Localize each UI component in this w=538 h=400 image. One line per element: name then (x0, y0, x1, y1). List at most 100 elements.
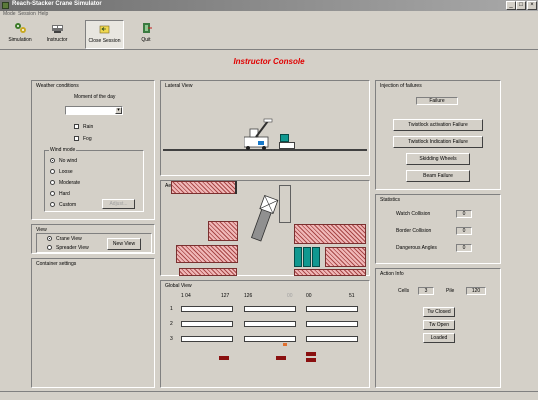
global-col-label: 00 (306, 293, 312, 299)
tw-closed-button[interactable]: Tw Closed (423, 307, 455, 317)
tw-open-button[interactable]: Tw Open (423, 320, 455, 330)
spreader-view-label: Spreader View (56, 245, 89, 251)
status-bar (0, 391, 538, 400)
view-group: Crane View Spreader View New View (36, 233, 152, 253)
failure-status: Failure (416, 97, 458, 105)
weather-title: Weather conditions (36, 83, 79, 89)
statistics-title: Statistics (380, 197, 401, 203)
lateral-view-panel: Lateral View (160, 80, 370, 176)
instructor-icon (51, 25, 63, 33)
lateral-container (280, 134, 289, 142)
lateral-truck (279, 142, 295, 149)
global-col-label: 1 04 (181, 293, 191, 299)
aerial-view-panel: Aerial View (160, 180, 370, 276)
close-session-button[interactable]: Close Session (85, 20, 124, 49)
pile-label: Pile (446, 288, 455, 294)
simulation-label: Simulation (8, 37, 32, 43)
wind-option-no-wind: No wind (59, 158, 78, 164)
cells-value: 3 (418, 287, 434, 295)
aerial-container (176, 245, 238, 263)
failures-title: Injection of failures (380, 83, 422, 89)
global-row-label: 2 (170, 321, 173, 327)
rain-checkbox[interactable] (74, 124, 79, 129)
global-marker (276, 356, 286, 360)
menu-mode[interactable]: Mode (3, 11, 16, 17)
wind-radio-custom[interactable] (50, 202, 55, 207)
global-slot-bar[interactable] (306, 321, 358, 327)
global-slot-bar[interactable] (306, 306, 358, 312)
wind-option-loose: Loose (59, 169, 73, 175)
crane-view-label: Crane View (56, 236, 82, 242)
weather-panel: Weather conditions Moment of the day ▾ R… (31, 80, 155, 220)
skidding-wheels-button[interactable]: Skidding Wheels (406, 153, 470, 165)
wind-radio-loose[interactable] (50, 169, 55, 174)
wind-option-moderate: Moderate (59, 180, 81, 186)
wind-title: Wind mode (49, 147, 77, 153)
toolbar: Simulation Instructor Close Session Quit (0, 19, 538, 50)
aerial-container-teal (294, 247, 302, 267)
global-view-panel: Global View 1 04 127 126 00 00 51 1 2 3 (160, 280, 370, 388)
quit-button[interactable]: Quit (131, 20, 161, 49)
global-col-label: 51 (349, 293, 355, 299)
global-marker (306, 358, 316, 362)
global-view-title: Global View (165, 283, 192, 289)
wind-radio-hard[interactable] (50, 191, 55, 196)
menu-bar: Mode Session Help (0, 11, 538, 19)
window-title: Reach-Stacker Crane Simulator (12, 1, 102, 7)
twistlock-activation-failure-button[interactable]: Twistlock activation Failure (393, 119, 483, 131)
adjust-button[interactable]: Adjust... (102, 199, 135, 209)
twistlock-indication-failure-button[interactable]: Twistlock Indication Failure (393, 136, 483, 148)
watch-collision-value: 0 (456, 210, 472, 218)
simulation-button[interactable]: Simulation (3, 20, 37, 49)
wind-radio-moderate[interactable] (50, 180, 55, 185)
aerial-container (179, 268, 237, 276)
watch-collision-label: Watch Collision (396, 211, 431, 217)
app-window: Reach-Stacker Crane Simulator _ □ × Mode… (0, 0, 538, 400)
app-icon (2, 2, 9, 9)
aerial-container-teal (312, 247, 320, 267)
global-col-label: 00 (287, 293, 293, 299)
menu-session[interactable]: Session (18, 11, 36, 17)
new-view-button[interactable]: New View (107, 238, 141, 250)
aerial-container (294, 224, 366, 244)
chevron-down-icon[interactable]: ▾ (115, 107, 122, 114)
beam-failure-button[interactable]: Beam Failure (406, 170, 470, 182)
fog-checkbox[interactable] (74, 136, 79, 141)
view-panel: View Crane View Spreader View New View (31, 224, 155, 254)
cells-label: Cells (398, 288, 410, 294)
wind-option-custom: Custom (59, 202, 77, 208)
moment-select[interactable]: ▾ (65, 106, 123, 115)
menu-help[interactable]: Help (38, 11, 48, 17)
failures-panel: Injection of failures Failure Twistlock … (375, 80, 501, 190)
close-session-icon (99, 25, 110, 34)
border-collision-label: Border Collision (396, 228, 432, 234)
global-slot-bar[interactable] (306, 336, 358, 342)
crane-view-radio[interactable] (47, 236, 52, 241)
instructor-button[interactable]: Instructor (40, 20, 74, 49)
maximize-button[interactable]: □ (516, 1, 526, 10)
loaded-button[interactable]: Loaded (423, 333, 455, 343)
close-session-label: Close Session (88, 38, 121, 44)
minimize-button[interactable]: _ (506, 1, 516, 10)
global-slot-bar[interactable] (244, 306, 296, 312)
action-info-panel: Action Info Cells 3 Pile 120 Tw Closed T… (375, 268, 501, 388)
close-button[interactable]: × (527, 1, 537, 10)
global-slot-bar[interactable] (244, 321, 296, 327)
global-slot-bar[interactable] (181, 306, 233, 312)
instructor-label: Instructor (46, 37, 68, 43)
global-marker (306, 352, 316, 356)
wind-option-hard: Hard (59, 191, 70, 197)
global-slot-bar[interactable] (244, 336, 296, 342)
pile-value: 120 (466, 287, 486, 295)
global-row-label: 3 (170, 336, 173, 342)
wind-radio-no-wind[interactable] (50, 158, 55, 163)
aerial-container (208, 221, 238, 241)
spreader-view-radio[interactable] (47, 245, 52, 250)
wind-group: Wind mode No wind Loose Moderate Hard Cu… (44, 147, 144, 212)
dangerous-angles-label: Dangerous Angles (396, 245, 437, 251)
aerial-container-teal (303, 247, 311, 267)
rain-label: Rain (83, 124, 94, 130)
global-slot-bar[interactable] (181, 336, 233, 342)
global-slot-bar[interactable] (181, 321, 233, 327)
container-settings-panel: Container settings (31, 258, 155, 388)
